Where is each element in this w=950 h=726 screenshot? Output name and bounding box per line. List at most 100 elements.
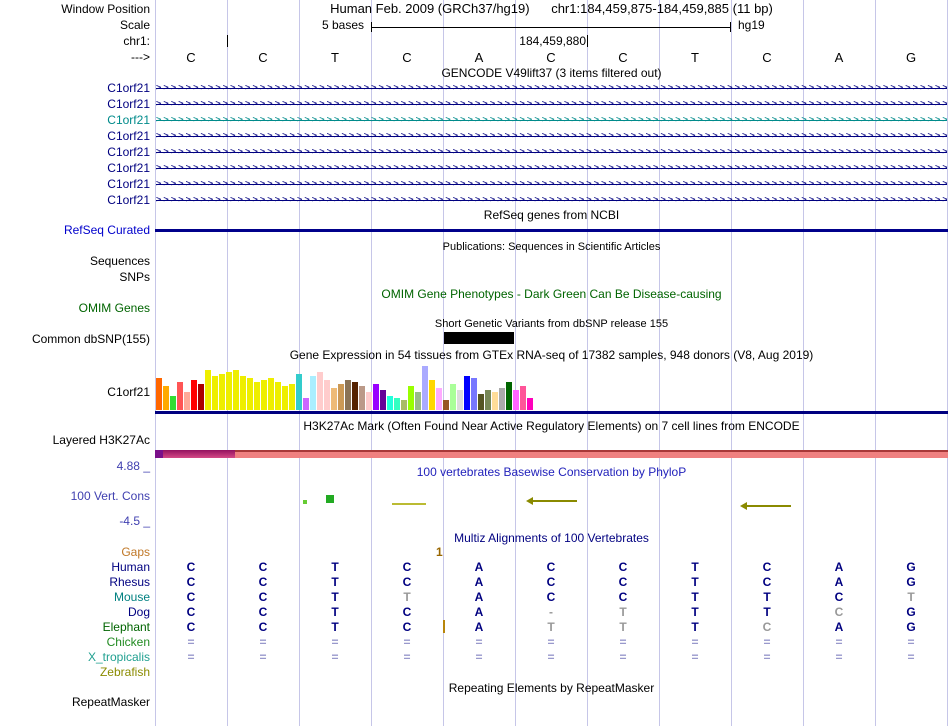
gtex-expression-bar[interactable] — [478, 394, 484, 410]
phylop-negative-mark[interactable] — [747, 505, 791, 507]
gene-label[interactable]: C1orf21 — [107, 97, 150, 111]
gtex-expression-bar[interactable] — [464, 376, 470, 410]
gtex-expression-bar[interactable] — [527, 398, 533, 410]
gene-label[interactable]: C1orf21 — [107, 81, 150, 95]
alignment-row-chicken[interactable]: = = = = = = = = = = = — [155, 635, 948, 650]
gene-transcript-row[interactable]: >>>>>>>>>>>>>>>>>>>>>>>>>>>>>>>>>>>>>>>>… — [156, 129, 947, 144]
alignment-row-mouse[interactable]: CCTTACCTTCT — [155, 590, 948, 605]
gene-transcript-row[interactable]: >>>>>>>>>>>>>>>>>>>>>>>>>>>>>>>>>>>>>>>>… — [156, 193, 947, 208]
gtex-expression-bar[interactable] — [254, 382, 260, 410]
gtex-expression-bar[interactable] — [506, 382, 512, 410]
species-label-human[interactable]: Human — [111, 560, 150, 574]
gtex-expression-bar[interactable] — [359, 386, 365, 410]
species-label-rhesus[interactable]: Rhesus — [109, 575, 150, 589]
gene-transcript-row[interactable]: >>>>>>>>>>>>>>>>>>>>>>>>>>>>>>>>>>>>>>>>… — [156, 113, 947, 128]
gencode-track-title[interactable]: GENCODE V49lift37 (3 items filtered out) — [155, 66, 948, 80]
gtex-expression-bar[interactable] — [310, 376, 316, 410]
species-label-elephant[interactable]: Elephant — [103, 620, 150, 634]
alignment-row-rhesus[interactable]: CCTCACCTCAG — [155, 575, 948, 590]
gap-insert-count[interactable]: 1 — [436, 545, 443, 559]
species-label-dog[interactable]: Dog — [128, 605, 150, 619]
gtex-expression-bar[interactable] — [275, 382, 281, 410]
gtex-expression-bar[interactable] — [513, 390, 519, 410]
gtex-expression-bar[interactable] — [296, 374, 302, 410]
gtex-expression-bar[interactable] — [282, 386, 288, 410]
gtex-expression-bar[interactable] — [163, 386, 169, 410]
gene-label[interactable]: C1orf21 — [107, 129, 150, 143]
snps-track-label[interactable]: SNPs — [119, 270, 150, 284]
gtex-expression-bar[interactable] — [156, 378, 162, 410]
species-label-chicken[interactable]: Chicken — [107, 635, 150, 649]
gene-label[interactable]: C1orf21 — [107, 161, 150, 175]
gtex-expression-bar[interactable] — [268, 378, 274, 410]
gtex-expression-bar[interactable] — [219, 374, 225, 410]
gtex-expression-bar[interactable] — [373, 384, 379, 410]
gene-label[interactable]: C1orf21 — [107, 113, 150, 127]
multiz-track-title[interactable]: Multiz Alignments of 100 Vertebrates — [155, 531, 948, 545]
gtex-expression-bar[interactable] — [345, 380, 351, 410]
alignment-row-dog[interactable]: CCTCA-TTTCG — [155, 605, 948, 620]
sequences-track-label[interactable]: Sequences — [90, 254, 150, 268]
gtex-expression-bar[interactable] — [205, 370, 211, 410]
omim-genes-label[interactable]: OMIM Genes — [79, 301, 150, 315]
gtex-expression-bar[interactable] — [352, 382, 358, 410]
refseq-curated-label[interactable]: RefSeq Curated — [64, 223, 150, 237]
gene-label[interactable]: C1orf21 — [107, 145, 150, 159]
phylop-positive-mark[interactable] — [303, 500, 307, 504]
gtex-expression-bar[interactable] — [247, 378, 253, 410]
omim-track-title[interactable]: OMIM Gene Phenotypes - Dark Green Can Be… — [155, 287, 948, 301]
gene-transcript-row[interactable]: >>>>>>>>>>>>>>>>>>>>>>>>>>>>>>>>>>>>>>>>… — [156, 161, 947, 176]
gtex-expression-bar[interactable] — [443, 400, 449, 410]
conservation-track-title[interactable]: 100 vertebrates Basewise Conservation by… — [155, 465, 948, 479]
gtex-expression-bar[interactable] — [471, 378, 477, 410]
species-label-x-tropicalis[interactable]: X_tropicalis — [88, 650, 150, 664]
gtex-expression-bar[interactable] — [233, 370, 239, 410]
phylop-positive-mark[interactable] — [326, 495, 334, 503]
repeatmasker-track-title[interactable]: Repeating Elements by RepeatMasker — [155, 681, 948, 695]
gtex-expression-bar[interactable] — [394, 398, 400, 410]
gene-transcript-row[interactable]: >>>>>>>>>>>>>>>>>>>>>>>>>>>>>>>>>>>>>>>>… — [156, 145, 947, 160]
gtex-expression-bar[interactable] — [338, 384, 344, 410]
gene-label[interactable]: C1orf21 — [107, 177, 150, 191]
h3k27ac-track-title[interactable]: H3K27Ac Mark (Often Found Near Active Re… — [155, 419, 948, 433]
gtex-expression-bar[interactable] — [422, 366, 428, 410]
conservation-track-label[interactable]: 100 Vert. Cons — [71, 489, 150, 503]
alignment-row-human[interactable]: CCTCACCTCAG — [155, 560, 948, 575]
gtex-expression-bar[interactable] — [499, 388, 505, 410]
species-label-mouse[interactable]: Mouse — [114, 590, 150, 604]
gtex-expression-bar[interactable] — [240, 376, 246, 410]
gtex-expression-bar[interactable] — [415, 392, 421, 410]
dbsnp-track-label[interactable]: Common dbSNP(155) — [32, 332, 150, 346]
h3k27ac-track-label[interactable]: Layered H3K27Ac — [53, 433, 150, 447]
gtex-expression-bar[interactable] — [429, 380, 435, 410]
gtex-expression-bar[interactable] — [198, 384, 204, 410]
phylop-negative-mark[interactable] — [392, 503, 426, 505]
gtex-expression-bar[interactable] — [380, 390, 386, 410]
gtex-expression-bar[interactable] — [436, 388, 442, 410]
gtex-expression-chart[interactable] — [156, 364, 949, 410]
gtex-expression-bar[interactable] — [457, 390, 463, 410]
alignment-row-x-tropicalis[interactable]: = = = = = = = = = = = — [155, 650, 948, 665]
gtex-expression-bar[interactable] — [401, 400, 407, 410]
gene-transcript-row[interactable]: >>>>>>>>>>>>>>>>>>>>>>>>>>>>>>>>>>>>>>>>… — [156, 97, 947, 112]
alignment-row-elephant[interactable]: CCTCATTTCAG — [155, 620, 948, 635]
gtex-expression-bar[interactable] — [303, 398, 309, 410]
gtex-expression-bar[interactable] — [408, 386, 414, 410]
gtex-expression-bar[interactable] — [520, 386, 526, 410]
gtex-expression-bar[interactable] — [387, 396, 393, 410]
gtex-expression-bar[interactable] — [324, 380, 330, 410]
gtex-expression-bar[interactable] — [191, 380, 197, 410]
gtex-expression-bar[interactable] — [261, 380, 267, 410]
refseq-dense-item[interactable] — [155, 229, 948, 232]
gtex-gene-label[interactable]: C1orf21 — [107, 385, 150, 399]
species-label-zebrafish[interactable]: Zebrafish — [100, 665, 150, 679]
gtex-expression-bar[interactable] — [331, 388, 337, 410]
snp-variant-item[interactable] — [444, 332, 514, 344]
gtex-expression-bar[interactable] — [177, 382, 183, 410]
publications-track-title[interactable]: Publications: Sequences in Scientific Ar… — [155, 240, 948, 254]
repeatmasker-track-label[interactable]: RepeatMasker — [72, 695, 150, 709]
dbsnp-track-title[interactable]: Short Genetic Variants from dbSNP releas… — [155, 317, 948, 331]
gene-label[interactable]: C1orf21 — [107, 193, 150, 207]
gtex-expression-bar[interactable] — [450, 384, 456, 410]
gene-transcript-row[interactable]: >>>>>>>>>>>>>>>>>>>>>>>>>>>>>>>>>>>>>>>>… — [156, 81, 947, 96]
